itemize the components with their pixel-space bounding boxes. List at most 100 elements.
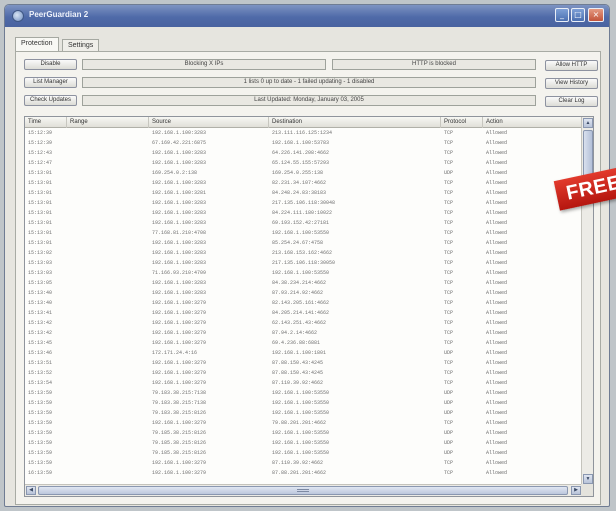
table-row[interactable]: 15:12:39 67.169.42.221:6875 192.168.1.100:… (25, 138, 582, 148)
column-header-source[interactable]: Source (149, 117, 269, 128)
table-row[interactable]: 15:13:59 79.185.38.215:8126 192.168.1.100:… (25, 438, 582, 448)
table-row[interactable]: 16:13:59 192.168.1.100:3279 87.88.201.201:… (25, 468, 582, 478)
table-row[interactable]: 15:13:59 79.185.38.215:8126 192.168.1.100:… (25, 428, 582, 438)
table-row[interactable]: 15:13:05 192.168.1.100:3283 84.38.234.214:… (25, 278, 582, 288)
column-header-destination[interactable]: Destination (269, 117, 441, 128)
cell-range (67, 158, 149, 168)
cell-range (67, 458, 149, 468)
table-row[interactable]: 15:13:01 192.168.1.100:3283 84.224.111.180… (25, 208, 582, 218)
cell-protocol: UDP (444, 170, 454, 176)
table-row[interactable]: 15:13:51 192.168.1.100:3279 87.88.150.43:4… (25, 358, 582, 368)
column-header-range[interactable]: Range (67, 117, 149, 128)
cell-range (67, 278, 149, 288)
cell-time: 15:13:01 (28, 190, 53, 196)
table-row[interactable]: 15:13:45 192.168.1.100:3279 69.4.236.88:68… (25, 338, 582, 348)
table-row[interactable]: 15:12:39 192.168.1.100:3283 213.111.116.12… (25, 128, 582, 138)
table-row[interactable]: 15:13:03 192.168.1.100:3283 217.135.106.11… (25, 258, 582, 268)
view-history-button[interactable]: View History (545, 78, 598, 89)
table-row[interactable]: 15:13:02 192.168.1.100:3283 213.168.153.16… (25, 248, 582, 258)
table-row[interactable]: 15:13:59 79.183.38.215:7138 192.168.1.100:… (25, 398, 582, 408)
table-row[interactable]: 15:13:42 192.168.1.100:3279 87.94.2.14:466… (25, 328, 582, 338)
table-row[interactable]: 15:13:01 192.168.1.100:3283 85.254.24.67:4… (25, 238, 582, 248)
cell-action: Allowed (486, 470, 508, 476)
last-updated-status: Last Updated: Monday, January 03, 2005 (82, 95, 536, 106)
scroll-right-icon[interactable]: ▶ (571, 486, 581, 495)
cell-protocol: UDP (444, 450, 454, 456)
cell-action: Allowed (486, 350, 508, 356)
cell-range (67, 348, 149, 358)
horizontal-scrollbar[interactable]: ◀ ▶ (25, 484, 582, 496)
table-row[interactable]: 15:13:41 192.168.1.100:3279 84.205.214.141… (25, 308, 582, 318)
minimize-icon[interactable]: _ (555, 8, 569, 22)
maximize-icon[interactable]: □ (571, 8, 585, 22)
connection-log[interactable]: Time Range Source Destination Protocol A… (24, 116, 594, 497)
table-row[interactable]: 15:13:01 77.168.81.210:4708 192.168.1.100:… (25, 228, 582, 238)
table-row[interactable]: 15:13:59 192.168.1.100:3279 79.88.201.201:… (25, 418, 582, 428)
lists-status: 1 lists 0 up to date - 1 failed updating… (82, 77, 536, 88)
cell-time: 15:13:01 (28, 240, 53, 246)
cell-destination: 192.168.1.100:53550 (272, 450, 330, 456)
clear-log-button[interactable]: Clear Log (545, 96, 598, 107)
scroll-up-icon[interactable]: ▲ (583, 118, 593, 128)
table-row[interactable]: 15:12:47 192.168.1.100:3283 65.124.55.155:… (25, 158, 582, 168)
cell-protocol: TCP (444, 150, 454, 156)
cell-range (67, 298, 149, 308)
cell-source: 79.185.38.215:8126 (152, 450, 207, 456)
cell-source: 172.171.24.4:16 (152, 350, 198, 356)
table-row[interactable]: 15:13:59 192.168.1.100:3279 87.110.39.92:4… (25, 458, 582, 468)
disable-button[interactable]: Disable (24, 59, 77, 70)
table-row[interactable]: 15:13:01 192.168.1.100:3283 82.231.34.107:… (25, 178, 582, 188)
cell-time: 15:13:42 (28, 320, 53, 326)
table-row[interactable]: 15:13:59 79.183.38.215:8126 192.168.1.100:… (25, 408, 582, 418)
table-row[interactable]: 15:13:42 192.168.1.100:3279 62.143.251.43:… (25, 318, 582, 328)
cell-destination: 192.168.1.100:53783 (272, 140, 330, 146)
cell-action: Allowed (486, 440, 508, 446)
scroll-left-icon[interactable]: ◀ (26, 486, 36, 495)
cell-destination: 87.93.214.92:4662 (272, 290, 324, 296)
cell-time: 15:13:59 (28, 420, 53, 426)
tab-protection[interactable]: Protection (15, 37, 59, 51)
cell-source: 192.168.1.100:3283 (152, 180, 207, 186)
table-row[interactable]: 15:13:01 192.168.1.100:3281 84.248.24.83:3… (25, 188, 582, 198)
allow-http-button[interactable]: Allow HTTP (545, 60, 598, 71)
column-header-time[interactable]: Time (25, 117, 67, 128)
cell-range (67, 288, 149, 298)
scroll-grip-icon (297, 489, 309, 492)
cell-time: 15:13:02 (28, 250, 53, 256)
table-row[interactable]: 15:13:54 192.168.1.100:3279 87.110.39.92:4… (25, 378, 582, 388)
cell-destination: 84.224.111.180:10022 (272, 210, 333, 216)
column-header-protocol[interactable]: Protocol (441, 117, 483, 128)
cell-protocol: TCP (444, 310, 454, 316)
list-manager-button[interactable]: List Manager (24, 77, 77, 88)
table-row[interactable]: 15:12:43 192.168.1.100:3283 64.226.141.208… (25, 148, 582, 158)
horizontal-scroll-thumb[interactable] (38, 486, 568, 495)
cell-time: 15:13:01 (28, 180, 53, 186)
table-row[interactable]: 15:13:40 192.168.1.100:3279 82.143.205.161… (25, 298, 582, 308)
http-status: HTTP is blocked (332, 59, 536, 70)
close-icon[interactable]: × (588, 8, 604, 22)
cell-time: 15:13:41 (28, 310, 53, 316)
table-row[interactable]: 15:13:46 172.171.24.4:16 192.168.1.100:180… (25, 348, 582, 358)
title-bar[interactable]: PeerGuardian 2 _ □ × (5, 5, 609, 27)
table-row[interactable]: 15:13:01 169.254.0.2:138 169.254.0.255:138… (25, 168, 582, 178)
table-row[interactable]: 15:13:03 71.166.93.210:4709 192.168.1.100:… (25, 268, 582, 278)
table-row[interactable]: 15:13:01 192.168.1.100:3283 69.193.152.42:… (25, 218, 582, 228)
column-header-action[interactable]: Action (483, 117, 582, 128)
cell-source: 192.168.1.100:3283 (152, 130, 207, 136)
cell-range (67, 468, 149, 478)
table-row[interactable]: 15:13:52 192.168.1.100:3279 87.88.150.43:4… (25, 368, 582, 378)
check-updates-button[interactable]: Check Updates (24, 95, 77, 106)
tab-settings[interactable]: Settings (62, 39, 100, 51)
cell-time: 15:13:54 (28, 380, 53, 386)
cell-action: Allowed (486, 300, 508, 306)
app-window: PeerGuardian 2 _ □ × Protection Settings… (4, 4, 610, 507)
table-row[interactable]: 15:13:01 192.168.1.100:3283 217.135.106.11… (25, 198, 582, 208)
cell-destination: 82.143.205.161:4662 (272, 300, 330, 306)
scroll-down-icon[interactable]: ▼ (583, 474, 593, 484)
cell-destination: 85.254.24.67:4758 (272, 240, 324, 246)
table-row[interactable]: 15:13:59 79.183.38.215:7138 192.168.1.100:… (25, 388, 582, 398)
cell-action: Allowed (486, 260, 508, 266)
cell-protocol: UDP (444, 390, 454, 396)
table-row[interactable]: 15:13:59 79.185.38.215:8126 192.168.1.100:… (25, 448, 582, 458)
table-row[interactable]: 15:13:40 192.168.1.100:3283 87.93.214.92:4… (25, 288, 582, 298)
